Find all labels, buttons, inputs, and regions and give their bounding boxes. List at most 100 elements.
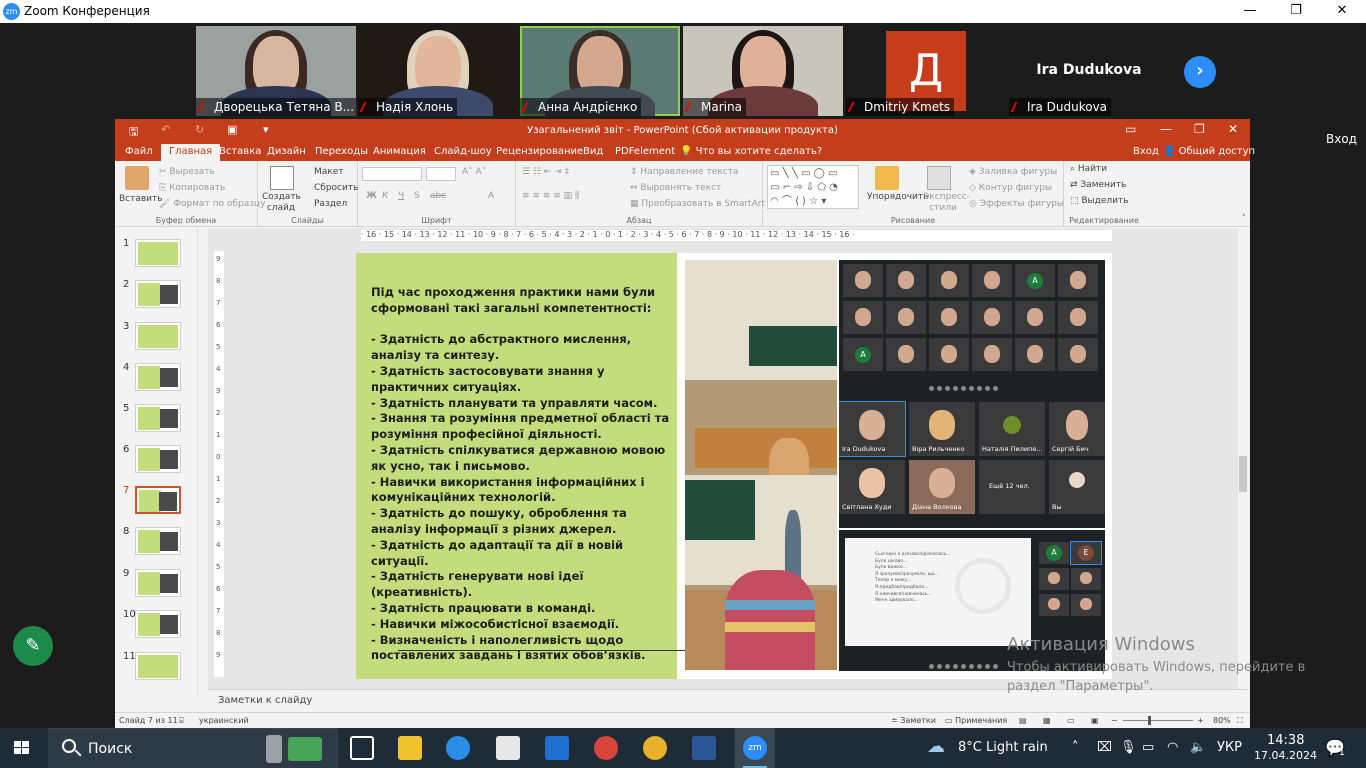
underline-button[interactable]: Ч xyxy=(398,191,404,201)
weather-cloud-icon[interactable]: ☁ xyxy=(927,736,945,757)
slide-thumbnail[interactable] xyxy=(135,280,181,308)
weather-label[interactable]: 8°C Light rain xyxy=(958,740,1048,755)
find-button[interactable]: ⌕ Найти xyxy=(1070,164,1107,174)
shape-outline-button[interactable]: ◇ Контур фигуры xyxy=(969,183,1052,193)
taskbar-search[interactable]: Поиск xyxy=(48,728,338,768)
battery-icon[interactable]: ▭ xyxy=(1142,740,1154,755)
tray-chevron-icon[interactable]: ˄ xyxy=(1072,740,1079,755)
replace-button[interactable]: ⇄ Заменить xyxy=(1070,180,1126,190)
section-button[interactable]: Раздел xyxy=(314,199,347,209)
zoom-login-label[interactable]: Вход xyxy=(1326,132,1357,146)
text-direction-button[interactable]: ⇕ Направление текста xyxy=(630,167,738,177)
slideshow-view-icon[interactable]: ▣ xyxy=(1091,716,1099,725)
align-icons[interactable]: ≡ ≡ ≡ ≡ ▥ ⫼ xyxy=(522,191,579,201)
slide-thumbnail[interactable] xyxy=(135,404,181,432)
tab-pdfelement[interactable]: PDFelement xyxy=(615,146,675,157)
arrange-button[interactable]: Упорядочить xyxy=(867,192,928,202)
tab-review[interactable]: Рецензирование xyxy=(496,146,583,157)
tab-design[interactable]: Дизайн xyxy=(267,146,306,157)
slide-thumbnail[interactable] xyxy=(135,363,181,391)
tab-view[interactable]: Вид xyxy=(583,146,603,157)
bullets-icon[interactable]: ☰ ☷ ⇤ ⇥ ‡ xyxy=(522,167,569,177)
tab-animations[interactable]: Анимация xyxy=(373,146,426,157)
share-button[interactable]: 👤 Общий доступ xyxy=(1163,146,1255,157)
participant-tile[interactable]: Надія Хлонь xyxy=(358,26,518,116)
copy-button[interactable]: ⎘ Копировать xyxy=(159,183,225,193)
participant-tile[interactable]: Д Dmitriy Kmets xyxy=(846,26,1006,116)
paste-button[interactable]: Вставить xyxy=(119,194,163,204)
shape-fill-button[interactable]: ◈ Заливка фигуры xyxy=(969,167,1057,177)
reading-view-icon[interactable]: ▭ xyxy=(1067,716,1075,725)
clock-time[interactable]: 14:38 xyxy=(1267,733,1304,748)
search-highlight-map-icon[interactable] xyxy=(288,737,322,761)
meet-now-icon[interactable]: ⌧ xyxy=(1097,740,1112,755)
ppt-close-button[interactable]: ✕ xyxy=(1228,122,1238,136)
file-explorer-icon[interactable] xyxy=(398,736,422,760)
tell-me-search[interactable]: 💡 Что вы хотите сделать? xyxy=(680,146,822,157)
edge-browser-icon[interactable] xyxy=(446,736,470,760)
shapes-gallery[interactable]: ▭ ╲ ╲ ▭ ◯ ▭ ▭ ⌐ ⇨ ⇩ ⬠ ◔ ◠ ⌒ ⟨ ⟩ ☆ ▾ xyxy=(767,165,859,209)
select-button[interactable]: ⬚ Выделить xyxy=(1070,196,1129,206)
slide-text-box[interactable]: Під час проходження практики нами були с… xyxy=(371,285,671,664)
chrome-icon[interactable] xyxy=(643,736,667,760)
strikethrough-button[interactable]: abc xyxy=(430,191,446,201)
slide-thumbnail[interactable] xyxy=(135,322,181,350)
language-indicator[interactable]: украинский xyxy=(199,716,249,725)
bold-button[interactable]: Ж xyxy=(366,191,377,201)
notes-toggle[interactable]: ≐ Заметки xyxy=(891,716,936,725)
reset-button[interactable]: Сбросить xyxy=(314,183,358,193)
slide-thumbnail-selected[interactable] xyxy=(135,486,181,514)
pencil-icon[interactable]: ✎ xyxy=(13,626,53,666)
comments-toggle[interactable]: ▭ Примечания xyxy=(945,716,1007,725)
zoom-taskbar-button[interactable]: zm xyxy=(735,728,775,768)
zoom-level[interactable]: 80% xyxy=(1213,716,1231,725)
ppt-restore-button[interactable]: ❐ xyxy=(1194,122,1205,136)
normal-view-icon[interactable]: ▤ xyxy=(1019,716,1027,725)
tab-transitions[interactable]: Переходы xyxy=(315,146,368,157)
zoom-slider-thumb[interactable] xyxy=(1148,716,1151,725)
microphone-icon[interactable]: 🎙 xyxy=(1120,740,1137,755)
font-name-input[interactable] xyxy=(362,167,422,181)
font-size-input[interactable] xyxy=(426,167,456,181)
participant-tile-active-speaker[interactable]: Анна Андрієнко xyxy=(520,26,680,116)
tab-home[interactable]: Главная xyxy=(161,144,221,161)
participant-tile[interactable]: Ira Dudukova Ira Dudukova xyxy=(1009,26,1169,116)
next-participants-button[interactable]: › xyxy=(1184,56,1216,88)
layout-button[interactable]: Макет xyxy=(314,167,344,177)
font-grow-icon[interactable]: A˄ A˅ xyxy=(462,167,486,177)
minimize-button[interactable]: — xyxy=(1230,1,1270,21)
zoom-out-icon[interactable]: − xyxy=(1111,716,1118,725)
ribbon-display-icon[interactable]: ▭ xyxy=(1125,122,1136,136)
slide-canvas[interactable]: Під час проходження практики нами були с… xyxy=(356,253,1112,679)
mail-icon[interactable] xyxy=(545,736,569,760)
slide-thumbnail[interactable] xyxy=(135,445,181,473)
task-view-icon[interactable] xyxy=(350,736,374,760)
align-text-button[interactable]: ⇔ Выровнять текст xyxy=(630,183,721,193)
format-painter-button[interactable]: 🖌 Формат по образцу xyxy=(159,199,265,209)
zoom-in-icon[interactable]: + xyxy=(1197,716,1204,725)
shadow-button[interactable]: S xyxy=(414,191,420,201)
quick-styles-button[interactable]: Экспресс-стили xyxy=(923,192,970,214)
shape-effects-button[interactable]: ◎ Эффекты фигуры xyxy=(969,199,1064,209)
clock-date[interactable]: 17.04.2024 xyxy=(1254,749,1317,762)
volume-icon[interactable]: 🔈 xyxy=(1190,740,1206,755)
slide-thumbnail[interactable] xyxy=(135,527,181,555)
zoom-slider[interactable] xyxy=(1123,720,1193,721)
microsoft-store-icon[interactable] xyxy=(496,736,520,760)
slide-vertical-scrollbar[interactable] xyxy=(1238,228,1248,698)
word-icon[interactable] xyxy=(692,736,716,760)
search-highlight-icon[interactable] xyxy=(266,735,282,763)
participant-tile[interactable]: Дворецька Тетяна В... xyxy=(196,26,356,116)
spellcheck-icon[interactable]: ⌸ xyxy=(179,716,184,726)
windows-start-icon[interactable] xyxy=(14,741,30,755)
signin-link[interactable]: Вход xyxy=(1133,146,1159,157)
font-color-icon[interactable]: A xyxy=(488,191,494,201)
slide-sorter-icon[interactable]: ▦ xyxy=(1043,716,1051,725)
smartart-button[interactable]: ▦ Преобразовать в SmartArt xyxy=(630,199,765,209)
scrollbar-thumb[interactable] xyxy=(1239,456,1247,492)
cut-button[interactable]: ✂ Вырезать xyxy=(159,167,215,177)
language-indicator[interactable]: УКР xyxy=(1217,740,1242,755)
wifi-icon[interactable]: ◠ xyxy=(1167,740,1178,755)
tab-file[interactable]: Файл xyxy=(125,146,153,157)
collapse-ribbon-icon[interactable]: ˄ xyxy=(1242,214,1247,224)
